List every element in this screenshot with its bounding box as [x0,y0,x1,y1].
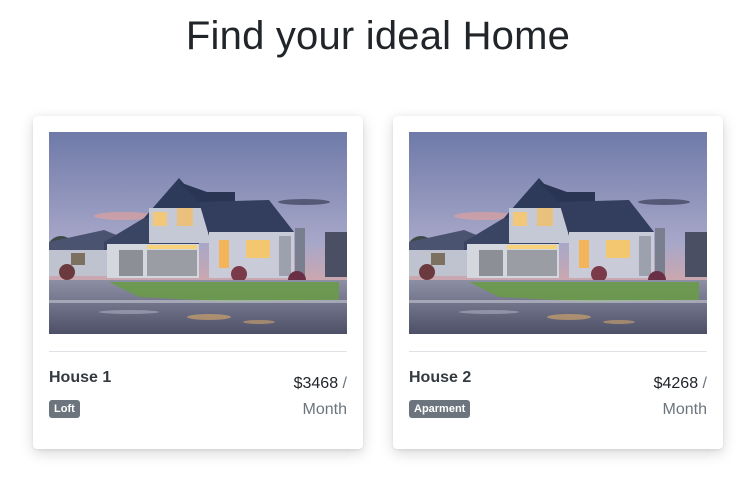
price-period: Month [302,401,347,418]
house-name[interactable]: House 2 [409,369,471,387]
listing-card-house-1[interactable]: House 1 Loft $3468 / Month [33,116,363,449]
price-amount: $3468 [293,375,339,392]
price-separator: / [342,375,347,392]
house-photo[interactable] [409,132,707,334]
price-amount: $4268 [653,375,699,392]
price-separator: / [702,375,707,392]
property-type-badge: Loft [49,400,80,418]
listing-card-house-2[interactable]: House 2 Aparment $4268 / Month [393,116,723,449]
page-title: Find your ideal Home [185,14,571,58]
card-divider [409,351,707,352]
price: $3468 / Month [227,371,347,423]
house-name[interactable]: House 1 [49,369,111,387]
property-type-badge: Aparment [409,400,471,418]
price: $4268 / Month [587,371,707,423]
house-photo[interactable] [49,132,347,334]
card-divider [49,351,347,352]
price-period: Month [662,401,707,418]
